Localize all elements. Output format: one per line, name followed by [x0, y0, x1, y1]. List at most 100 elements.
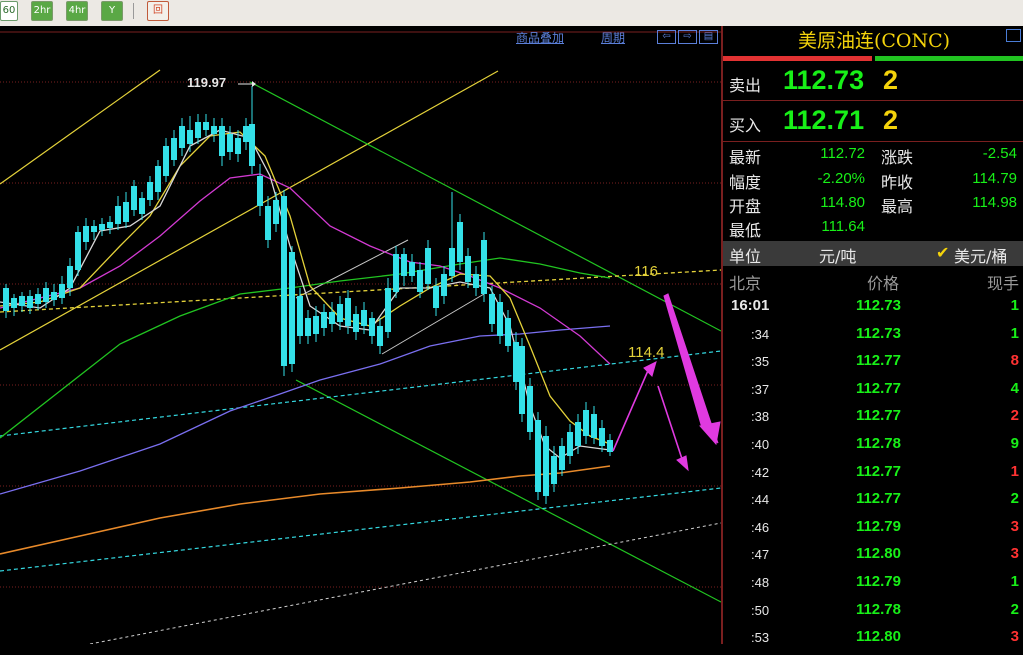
nav-right-icon[interactable]: ⇨ [678, 30, 697, 44]
sell-label: 卖出 [729, 76, 762, 95]
candle-body [457, 222, 463, 262]
candle-body [67, 266, 73, 288]
candle-body [449, 248, 455, 276]
draw-tool-button[interactable]: 回 [147, 1, 169, 21]
trade-price: 112.73 [855, 297, 901, 314]
candle-body [211, 126, 217, 134]
maximize-icon[interactable] [1006, 29, 1021, 42]
toolbar: 60 2hr 4hr Y 回 [0, 0, 1023, 27]
trade-row: :37 112.77 4 [723, 380, 1023, 407]
header-price: 价格 [867, 274, 900, 293]
yellow-dashed-116-line [0, 269, 721, 313]
kline-chart[interactable]: 商品叠加 周期 ⇦ ⇨ ▤ 119.97 116 114.4 [0, 26, 721, 644]
candle-body [519, 346, 525, 414]
candle-body [99, 224, 105, 230]
buy-price: 112.71 [783, 105, 865, 135]
trade-volume: 3 [1010, 545, 1019, 563]
candle-body [297, 296, 303, 336]
stat-low-label: 最低 [729, 221, 762, 240]
stat-prevclose-value: 114.79 [972, 170, 1017, 187]
candle-body [43, 288, 49, 302]
trade-price: 112.80 [855, 545, 901, 563]
check-icon: ✔ [936, 243, 950, 262]
candle-body [513, 342, 519, 382]
candle-body [179, 126, 185, 148]
candle-body [417, 270, 423, 292]
trade-row: :38 112.77 2 [723, 407, 1023, 434]
sell-row: 卖出 112.73 2 [723, 63, 1023, 101]
trade-price: 112.78 [855, 435, 901, 452]
trade-time: :44 [751, 492, 770, 508]
candle-body [131, 186, 137, 210]
trade-time: :35 [751, 354, 770, 370]
header-volume: 现手 [986, 274, 1019, 293]
period-2hr-button[interactable]: 2hr [31, 1, 53, 21]
trade-volume: 3 [1010, 517, 1019, 535]
period-4hr-button[interactable]: 4hr [66, 1, 88, 21]
trade-volume: 1 [1010, 462, 1019, 480]
period-link[interactable]: 周期 [601, 29, 625, 46]
magenta-projection-arrows [612, 293, 721, 472]
candle-body [273, 200, 279, 224]
trade-price: 112.77 [855, 407, 901, 425]
candle-body [75, 232, 81, 270]
trade-volume: 1 [1010, 324, 1019, 342]
trade-row: :50 112.78 2 [723, 601, 1023, 628]
trade-row: :46 112.79 3 [723, 518, 1023, 545]
quote-panel: 美原油连(CONC) 卖出 112.73 2 买入 112.71 2 最新 11… [721, 26, 1023, 645]
candle-body [123, 202, 129, 222]
candle-body [607, 440, 613, 452]
overlay-link[interactable]: 商品叠加 [516, 29, 564, 46]
candle-body [369, 318, 375, 336]
candle-body [243, 126, 249, 142]
candle-body [289, 252, 295, 364]
high-price-label: 119.97 [187, 75, 227, 90]
trade-price: 112.77 [855, 490, 901, 508]
candle-body [505, 318, 511, 346]
period-60-button[interactable]: 60 [0, 1, 18, 21]
candle-body [11, 298, 17, 308]
trade-volume: 1 [1010, 573, 1019, 590]
candle-body [227, 134, 233, 152]
chart-nav-icons[interactable]: ⇦ ⇨ ▤ [657, 30, 719, 44]
trade-price: 112.79 [855, 517, 901, 535]
trade-price: 112.73 [855, 324, 901, 342]
candle-body [107, 222, 113, 228]
candle-body [535, 420, 541, 492]
sell-volume: 2 [883, 65, 899, 95]
kline-chart-canvas[interactable] [0, 26, 721, 644]
candle-body [393, 254, 399, 292]
candle-body [361, 310, 367, 326]
candle-body [329, 312, 335, 324]
stat-open-value: 114.80 [820, 194, 865, 211]
candle-body [559, 446, 565, 470]
period-year-button[interactable]: Y [101, 1, 123, 21]
candle-body [249, 124, 255, 166]
unit-usd-option[interactable]: 美元/桶 [954, 243, 1007, 267]
nav-left-icon[interactable]: ⇦ [657, 30, 676, 44]
candle-body [377, 326, 383, 346]
header-time: 北京 [729, 274, 762, 293]
candle-body [139, 198, 145, 214]
trade-time: :50 [751, 602, 770, 618]
candle-body [441, 274, 447, 296]
trade-price: 112.77 [855, 352, 901, 370]
trade-price: 112.78 [855, 600, 901, 618]
candle-body [171, 138, 177, 160]
chart-gridlines [0, 81, 721, 588]
candle-body [575, 422, 581, 446]
trade-row: 16:01 112.73 1 [723, 297, 1023, 324]
unit-cny-option[interactable]: 元/吨 [819, 243, 856, 267]
candle-body [583, 410, 589, 436]
layout-icon[interactable]: ▤ [699, 30, 718, 44]
candle-body [3, 288, 9, 311]
level-116-label: 116 [634, 263, 658, 280]
stat-low-value: 111.64 [821, 218, 865, 235]
stat-range-label: 幅度 [729, 173, 762, 192]
trade-row: :48 112.79 1 [723, 573, 1023, 600]
trade-time: :42 [751, 464, 770, 480]
candle-body [91, 226, 97, 232]
trade-volume: 8 [1010, 352, 1019, 370]
trade-volume: 4 [1010, 379, 1019, 397]
trade-volume: 2 [1010, 600, 1019, 618]
